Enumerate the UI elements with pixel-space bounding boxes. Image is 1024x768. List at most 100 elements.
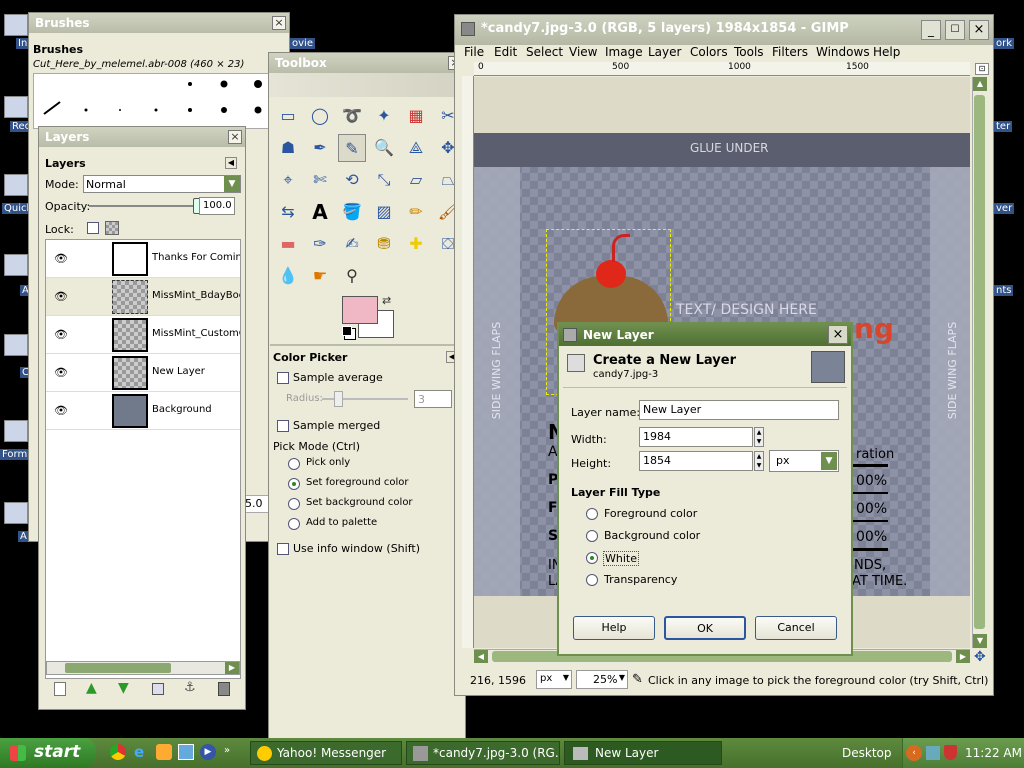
eye-icon[interactable]: 👁 xyxy=(54,252,68,265)
menu-file[interactable]: File xyxy=(464,45,484,59)
flip-tool-icon[interactable]: ⇆ xyxy=(274,198,302,226)
bucket-fill-tool-icon[interactable]: 🪣 xyxy=(338,198,366,226)
quicklaunch-expand-icon[interactable]: » xyxy=(224,745,230,756)
vertical-scrollbar[interactable]: ▲ ▼ xyxy=(972,77,987,648)
add-to-palette-label[interactable]: Add to palette xyxy=(306,517,377,528)
sample-average-checkbox[interactable] xyxy=(277,372,289,384)
blend-tool-icon[interactable]: ▨ xyxy=(370,198,398,226)
taskbar-item-new-layer[interactable]: New Layer xyxy=(564,741,722,765)
fuzzy-select-tool-icon[interactable]: ✦ xyxy=(370,102,398,130)
navigation-icon[interactable]: ✥ xyxy=(974,649,986,665)
close-button[interactable]: × xyxy=(969,20,989,40)
paths-tool-icon[interactable]: ✒ xyxy=(306,134,334,162)
measure-tool-icon[interactable]: ⟁ xyxy=(402,134,430,162)
pick-only-label[interactable]: Pick only xyxy=(306,457,350,468)
set-background-radio[interactable] xyxy=(288,498,300,510)
layer-row[interactable]: 👁 MissMint_CustomCar xyxy=(46,316,240,354)
quicklaunch-app-icon[interactable] xyxy=(156,744,172,760)
dodge-burn-tool-icon[interactable]: ⚲ xyxy=(338,262,366,290)
radius-slider-handle[interactable] xyxy=(334,391,343,407)
eye-icon[interactable]: 👁 xyxy=(54,366,68,379)
layers-lock-alpha-icon[interactable] xyxy=(105,221,119,235)
free-select-tool-icon[interactable]: ➰ xyxy=(338,102,366,130)
eye-icon[interactable]: 👁 xyxy=(54,328,68,341)
sample-merged-label[interactable]: Sample merged xyxy=(293,419,380,432)
layer-row[interactable]: 👁 Background xyxy=(46,392,240,430)
desktop-icon[interactable] xyxy=(4,14,28,36)
layers-mode-select[interactable]: Normal ▼ xyxy=(83,175,241,193)
menu-help[interactable]: Help xyxy=(873,45,900,59)
crop-tool-icon[interactable]: ✄ xyxy=(306,166,334,194)
desktop-toolbar-label[interactable]: Desktop xyxy=(842,746,892,760)
lower-layer-icon[interactable]: ▼ xyxy=(118,680,129,696)
menu-view[interactable]: View xyxy=(569,45,597,59)
layers-menu-arrow-icon[interactable]: ◀ xyxy=(225,157,237,169)
desktop-icon[interactable] xyxy=(4,502,28,524)
layers-close-button[interactable]: × xyxy=(228,130,242,144)
desktop-icon[interactable] xyxy=(4,96,28,118)
tray-expand-icon[interactable]: ‹ xyxy=(906,745,922,761)
layers-hscrollbar-thumb[interactable] xyxy=(65,663,171,673)
rotate-tool-icon[interactable]: ⟲ xyxy=(338,166,366,194)
layer-row[interactable]: 👁 Thanks For Coming xyxy=(46,240,240,278)
scroll-right-icon[interactable]: ▶ xyxy=(956,650,970,663)
taskbar-item-yahoo[interactable]: Yahoo! Messenger xyxy=(250,741,402,765)
taskbar-item-gimp[interactable]: *candy7.jpg-3.0 (RG... xyxy=(406,741,560,765)
fill-foreground-label[interactable]: Foreground color xyxy=(604,507,697,520)
foreground-color-swatch[interactable] xyxy=(342,296,378,324)
layers-titlebar[interactable]: Layers xyxy=(39,127,245,147)
cancel-button[interactable]: Cancel xyxy=(755,616,837,640)
height-spin-button[interactable]: ▲ ▼ xyxy=(754,451,764,471)
desktop-icon[interactable] xyxy=(4,420,28,442)
set-foreground-label[interactable]: Set foreground color xyxy=(306,477,408,488)
maximize-button[interactable]: ☐ xyxy=(945,20,965,40)
height-input[interactable]: 1854 xyxy=(639,451,753,471)
ink-tool-icon[interactable]: ✍ xyxy=(338,230,366,258)
sample-average-label[interactable]: Sample average xyxy=(293,371,383,384)
security-shield-icon[interactable] xyxy=(944,745,957,760)
zoom-select[interactable]: 25% ▼ xyxy=(576,670,628,689)
desktop-icon[interactable] xyxy=(4,254,28,276)
desktop-icon[interactable] xyxy=(4,334,28,356)
vertical-ruler[interactable] xyxy=(462,76,474,648)
clone-tool-icon[interactable]: ⛃ xyxy=(370,230,398,258)
layers-lock-pixels-checkbox[interactable] xyxy=(87,222,99,234)
align-tool-icon[interactable]: ⌖ xyxy=(274,166,302,194)
pick-only-radio[interactable] xyxy=(288,458,300,470)
fill-white-radio[interactable] xyxy=(586,552,598,564)
scroll-down-icon[interactable]: ▼ xyxy=(973,634,987,648)
brushes-close-button[interactable]: × xyxy=(272,16,286,30)
pencil-tool-icon[interactable]: ✏ xyxy=(402,198,430,226)
duplicate-layer-icon[interactable] xyxy=(152,683,164,695)
set-background-label[interactable]: Set background color xyxy=(306,497,413,508)
layers-opacity-field[interactable]: 100.0 xyxy=(199,197,235,215)
width-spin-button[interactable]: ▲ ▼ xyxy=(754,427,764,447)
quicklaunch-chrome-icon[interactable] xyxy=(110,744,126,760)
default-colors-icon[interactable] xyxy=(342,326,352,336)
horizontal-ruler[interactable]: 0 500 1000 1500 xyxy=(474,62,970,76)
fill-white-label[interactable]: White xyxy=(603,551,639,566)
quicklaunch-desktop-icon[interactable] xyxy=(178,744,194,760)
quicklaunch-media-icon[interactable]: ▶ xyxy=(200,744,216,760)
quicklaunch-ie-icon[interactable]: e xyxy=(134,744,150,760)
ellipse-select-tool-icon[interactable]: ◯ xyxy=(306,102,334,130)
radius-slider[interactable] xyxy=(322,391,408,407)
foreground-select-tool-icon[interactable]: ☗ xyxy=(274,134,302,162)
layer-row[interactable]: 👁 MissMint_BdayBoogi xyxy=(46,278,240,316)
vertical-scrollbar-thumb[interactable] xyxy=(974,95,985,629)
toolbox-titlebar[interactable]: Toolbox xyxy=(269,53,465,73)
zoom-tool-icon[interactable]: 🔍 xyxy=(370,134,398,162)
scroll-left-icon[interactable]: ◀ xyxy=(474,650,488,663)
layers-opacity-slider[interactable] xyxy=(89,198,202,214)
add-to-palette-radio[interactable] xyxy=(288,518,300,530)
unit-select[interactable]: px ▼ xyxy=(536,670,572,689)
airbrush-tool-icon[interactable]: ✑ xyxy=(306,230,334,258)
menu-tools[interactable]: Tools xyxy=(734,45,764,59)
eye-icon[interactable]: 👁 xyxy=(54,404,68,417)
gimp-titlebar[interactable]: *candy7.jpg-3.0 (RGB, 5 layers) 1984x185… xyxy=(455,15,993,45)
fill-transparency-label[interactable]: Transparency xyxy=(604,573,677,586)
menu-colors[interactable]: Colors xyxy=(690,45,728,59)
ok-button[interactable]: OK xyxy=(664,616,746,640)
minimize-button[interactable]: _ xyxy=(921,20,941,40)
help-button[interactable]: Help xyxy=(573,616,655,640)
